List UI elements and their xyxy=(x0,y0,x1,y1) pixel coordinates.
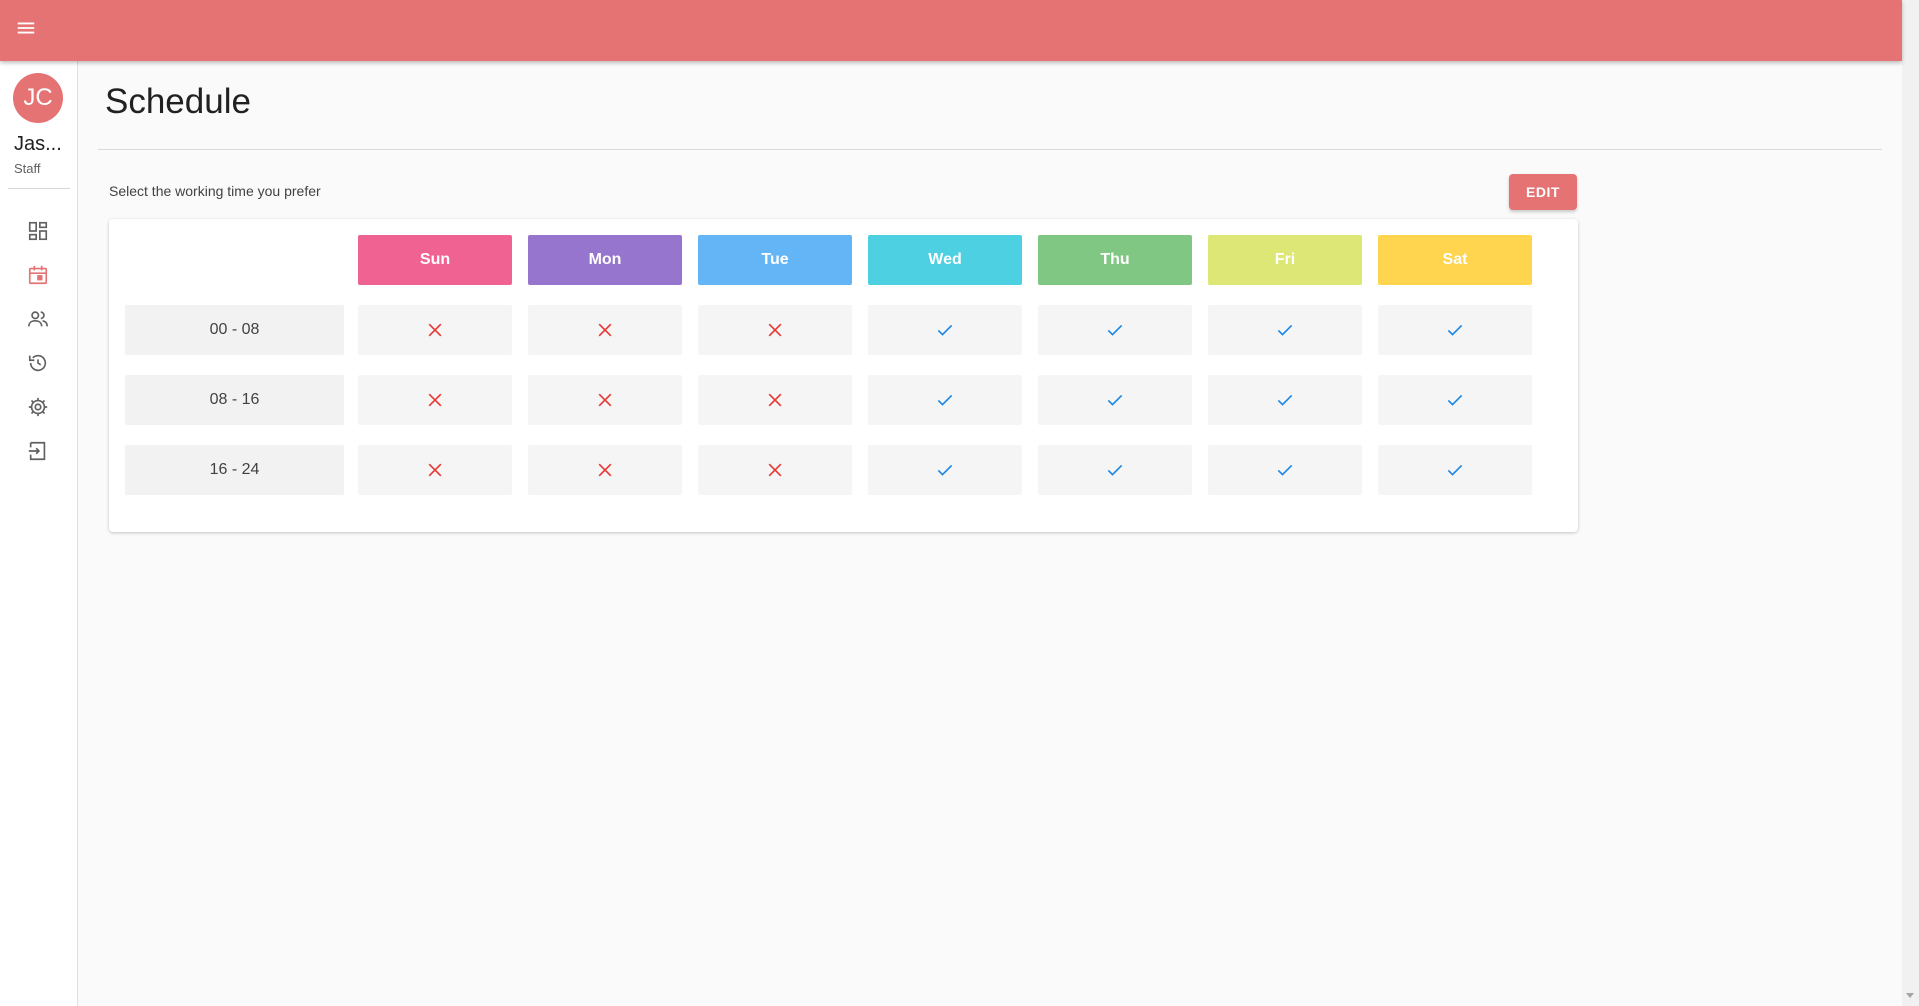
close-icon xyxy=(598,463,612,477)
page-title: Schedule xyxy=(105,82,251,121)
schedule-cell-sat-2[interactable] xyxy=(1378,375,1532,425)
menu-icon xyxy=(17,22,35,34)
scroll-down-arrow[interactable] xyxy=(1906,993,1914,998)
schedule-cell-mon-3[interactable] xyxy=(528,445,682,495)
day-header-mon[interactable]: Mon xyxy=(528,235,682,285)
nav-schedule[interactable] xyxy=(23,260,53,290)
logout-icon xyxy=(28,441,46,461)
schedule-cell-tue-3[interactable] xyxy=(698,445,852,495)
close-icon xyxy=(768,323,782,337)
schedule-cell-fri-3[interactable] xyxy=(1208,445,1362,495)
sidebar: JC Jas... Staff xyxy=(0,61,78,1006)
title-divider xyxy=(98,149,1882,150)
check-icon xyxy=(1447,464,1463,476)
check-icon xyxy=(1107,394,1123,406)
schedule-cell-sat-3[interactable] xyxy=(1378,445,1532,495)
check-icon xyxy=(1107,324,1123,336)
check-icon xyxy=(1277,464,1293,476)
schedule-cell-fri-2[interactable] xyxy=(1208,375,1362,425)
schedule-cell-tue-1[interactable] xyxy=(698,305,852,355)
nav-settings[interactable] xyxy=(23,392,53,422)
time-slot-label: 00 - 08 xyxy=(125,305,344,355)
close-icon xyxy=(598,393,612,407)
schedule-cell-thu-2[interactable] xyxy=(1038,375,1192,425)
check-icon xyxy=(1277,394,1293,406)
close-icon xyxy=(768,393,782,407)
avatar: JC xyxy=(13,73,63,123)
close-icon xyxy=(428,463,442,477)
calendar-icon xyxy=(28,265,48,285)
schedule-cell-wed-3[interactable] xyxy=(868,445,1022,495)
close-icon xyxy=(598,323,612,337)
time-slot-label: 16 - 24 xyxy=(125,445,344,495)
day-header-sat[interactable]: Sat xyxy=(1378,235,1532,285)
app-bar xyxy=(0,0,1902,61)
schedule-cell-fri-1[interactable] xyxy=(1208,305,1362,355)
nav-history[interactable] xyxy=(23,348,53,378)
schedule-cell-thu-3[interactable] xyxy=(1038,445,1192,495)
schedule-cell-tue-2[interactable] xyxy=(698,375,852,425)
menu-button[interactable] xyxy=(12,14,40,42)
check-icon xyxy=(937,394,953,406)
schedule-cell-wed-2[interactable] xyxy=(868,375,1022,425)
close-icon xyxy=(428,323,442,337)
people-icon xyxy=(28,311,48,327)
schedule-cell-sun-2[interactable] xyxy=(358,375,512,425)
day-header-tue[interactable]: Tue xyxy=(698,235,852,285)
history-icon xyxy=(28,354,47,372)
check-icon xyxy=(1107,464,1123,476)
user-role: Staff xyxy=(14,161,41,176)
schedule-cell-thu-1[interactable] xyxy=(1038,305,1192,355)
check-icon xyxy=(1447,394,1463,406)
user-name: Jas... xyxy=(14,133,62,155)
dashboard-icon xyxy=(28,221,48,241)
gear-icon xyxy=(28,397,48,417)
day-header-sun[interactable]: Sun xyxy=(358,235,512,285)
check-icon xyxy=(937,324,953,336)
sidebar-divider xyxy=(8,188,70,189)
scrollbar[interactable] xyxy=(1902,0,1919,1006)
schedule-card: Sun Mon Tue Wed Thu Fri Sat 00 - 08 08 - 16 16 - … xyxy=(109,219,1578,532)
page-subtitle: Select the working time you prefer xyxy=(109,183,321,199)
schedule-cell-sun-1[interactable] xyxy=(358,305,512,355)
close-icon xyxy=(768,463,782,477)
day-header-thu[interactable]: Thu xyxy=(1038,235,1192,285)
schedule-cell-sun-3[interactable] xyxy=(358,445,512,495)
check-icon xyxy=(937,464,953,476)
schedule-cell-mon-1[interactable] xyxy=(528,305,682,355)
schedule-cell-wed-1[interactable] xyxy=(868,305,1022,355)
day-header-fri[interactable]: Fri xyxy=(1208,235,1362,285)
nav-logout[interactable] xyxy=(23,436,53,466)
edit-button[interactable]: EDIT xyxy=(1509,174,1577,210)
nav-dashboard[interactable] xyxy=(23,216,53,246)
close-icon xyxy=(428,393,442,407)
schedule-cell-sat-1[interactable] xyxy=(1378,305,1532,355)
schedule-cell-mon-2[interactable] xyxy=(528,375,682,425)
check-icon xyxy=(1447,324,1463,336)
day-header-wed[interactable]: Wed xyxy=(868,235,1022,285)
time-slot-label: 08 - 16 xyxy=(125,375,344,425)
nav-people[interactable] xyxy=(23,304,53,334)
check-icon xyxy=(1277,324,1293,336)
